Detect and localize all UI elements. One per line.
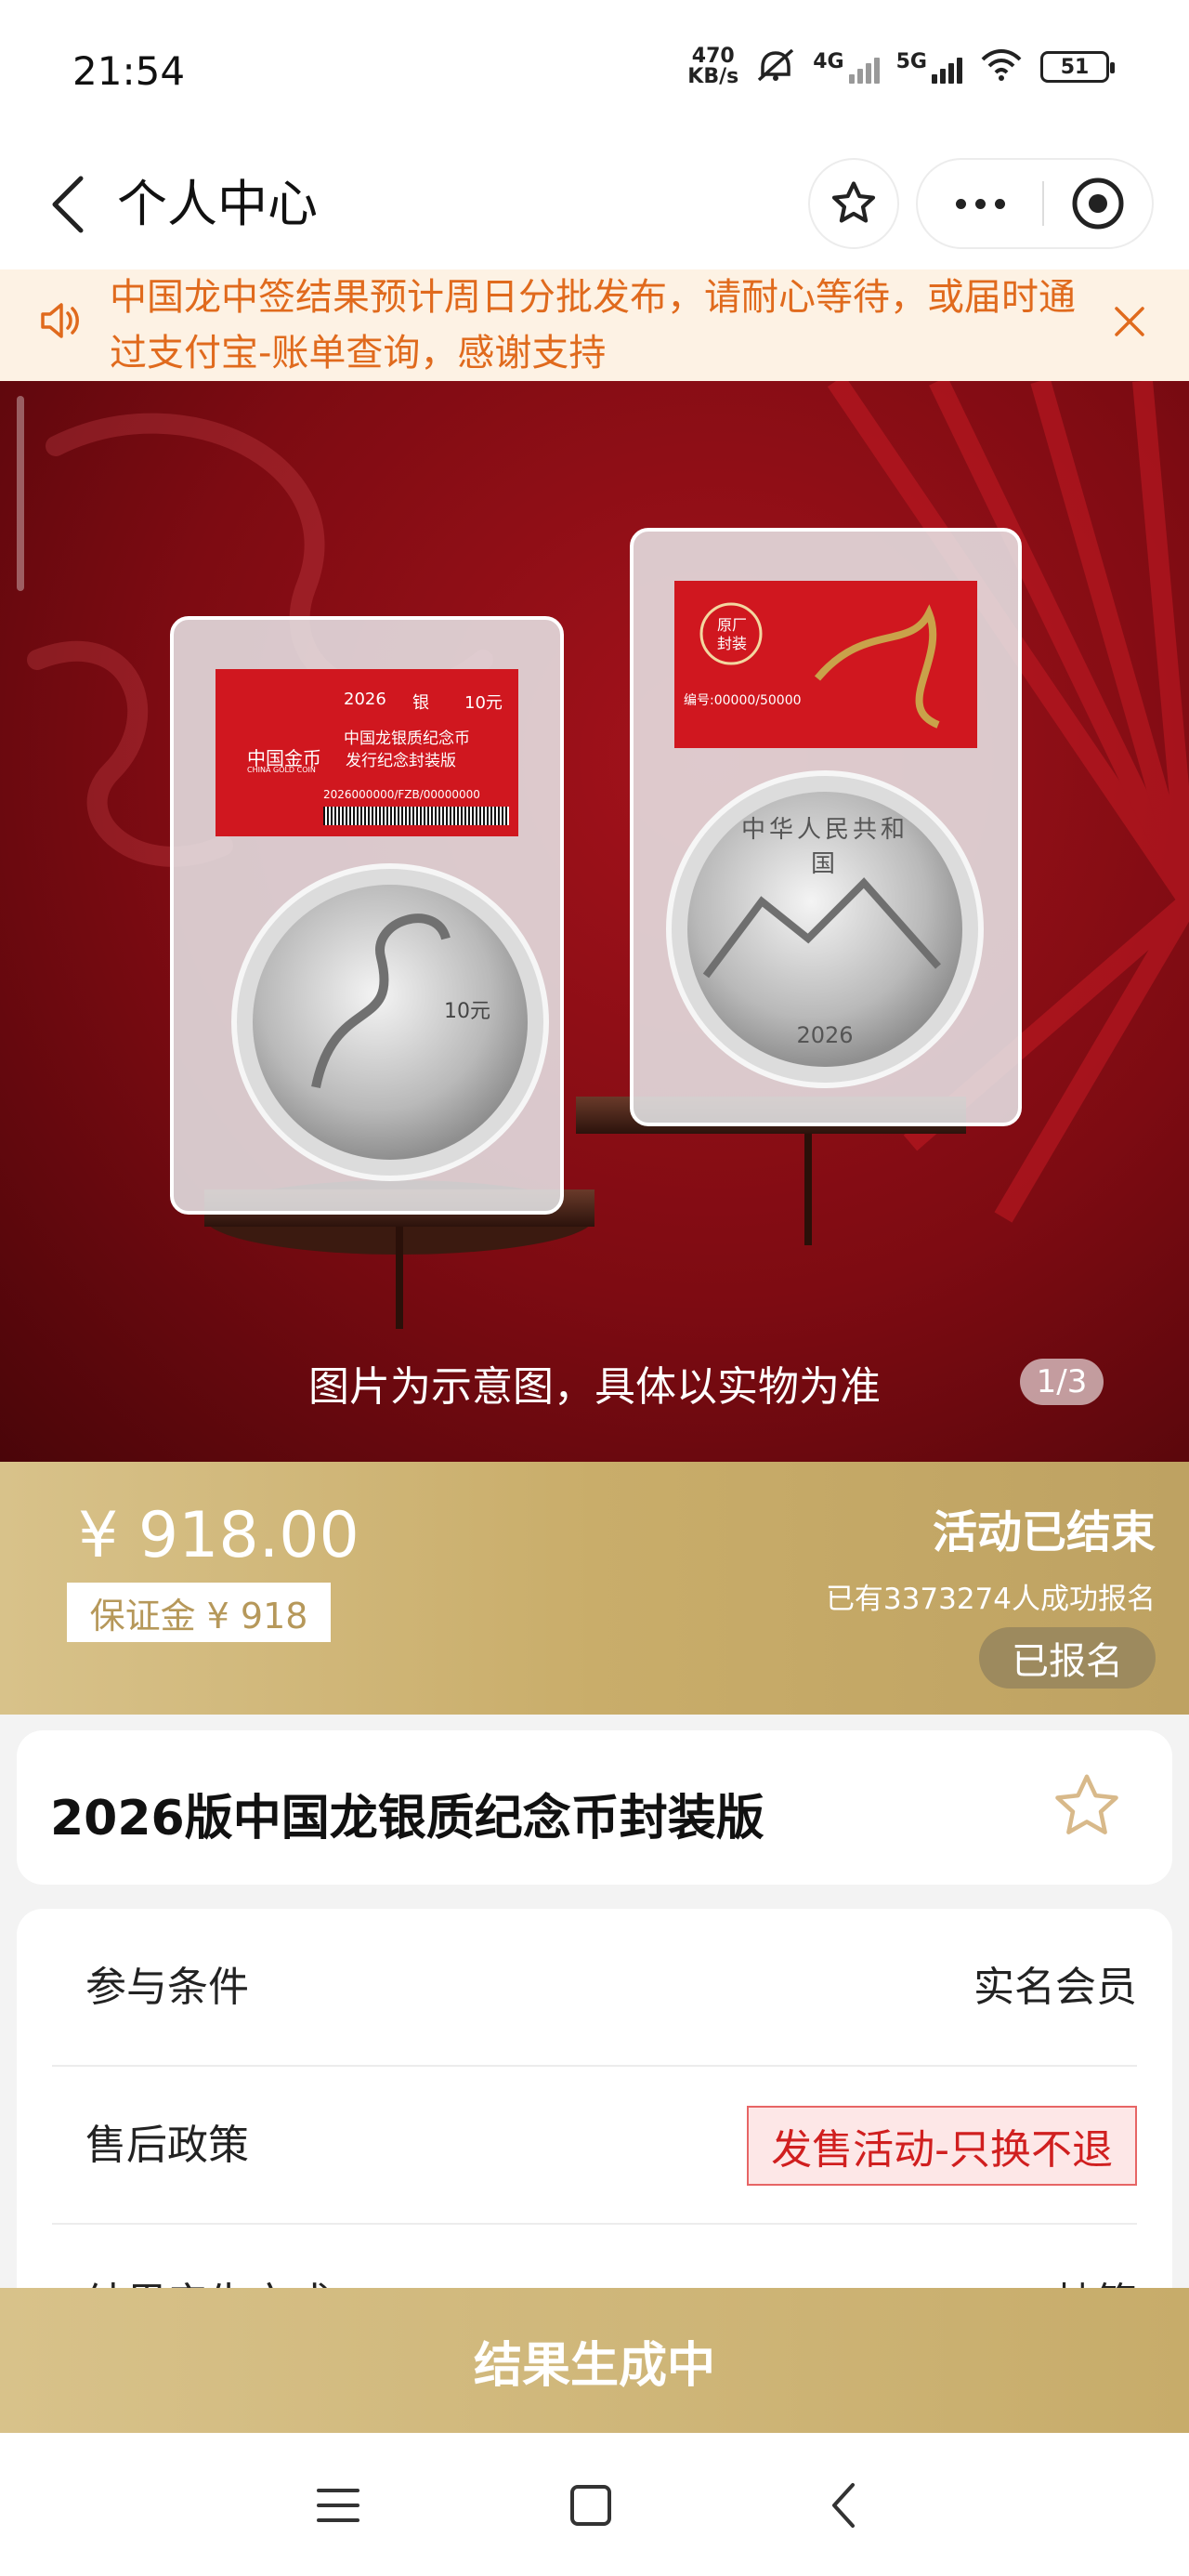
page-title: 个人中心 [117,175,318,233]
close-miniapp-button[interactable] [1044,160,1152,247]
square-icon [570,2485,611,2526]
left-label-value: 10元 [464,693,503,713]
right-slab-label: 原厂封装 编号:00000/50000 [674,581,977,748]
wifi-icon [979,48,1024,85]
more-button[interactable] [918,160,1042,247]
right-coin-year: 2026 [796,1022,854,1048]
home-button[interactable] [554,2476,628,2535]
deposit-badge: 保证金 ¥ 918 [67,1583,331,1642]
back-button[interactable] [35,167,100,242]
network-speed-unit: KB/s [687,65,739,88]
signal-5g-icon: 5G [896,50,962,84]
info-label: 售后政策 [85,2122,249,2169]
system-back-button[interactable] [806,2476,881,2535]
image-caption: 图片为示意图，具体以实物为准 [308,1363,881,1411]
status-time: 21:54 [72,48,186,94]
product-image-carousel[interactable]: 中国金币 CHINA GOLD COIN 2026 银 10元 中国龙银质纪念币… [0,381,1189,1462]
activity-status: 活动已结束 [932,1506,1156,1558]
left-label-line1: 中国龙银质纪念币 [344,729,470,748]
status-indicators: 470 KB/s 4G 5G 51 [687,46,1115,87]
left-label-brand-en: CHINA GOLD COIN [247,766,316,774]
price: ¥ 918.00 [78,1499,359,1572]
signed-up-button[interactable]: 已报名 [979,1627,1156,1689]
star-outline-icon [831,181,876,223]
info-row-policy: 售后政策 发售活动-只换不退 [52,2067,1137,2225]
left-label-line2: 发行纪念封装版 [346,752,456,770]
product-favorite-button[interactable] [1048,1768,1126,1849]
info-card: 参与条件 实名会员 售后政策 发售活动-只换不退 结果产生方式 抽签 [17,1909,1172,2299]
network-speed: 470 KB/s [687,46,738,87]
nav-bar: 个人中心 [0,139,1189,269]
battery-icon: 51 [1040,51,1115,83]
favorite-button[interactable] [808,158,899,249]
speaker-icon [37,297,84,348]
right-label-serial: 编号:00000/50000 [684,693,802,708]
system-nav-bar [0,2433,1189,2576]
info-value: 实名会员 [973,1964,1137,2011]
chevron-left-icon [832,2483,855,2528]
left-slab-label: 中国金币 CHINA GOLD COIN 2026 银 10元 中国龙银质纪念币… [216,669,518,836]
image-page-indicator: 1/3 [1020,1359,1104,1405]
signal-4g-icon: 4G [813,50,880,84]
left-label-serial: 2026000000/FZB/00000000 [323,788,480,801]
left-coin-denomination: 10元 [444,1000,490,1023]
target-circle-icon [1072,177,1124,230]
notice-bar: 中国龙中签结果预计周日分批发布，请耐心等待，或届时通过支付宝-账单查询，感谢支持 [0,269,1189,381]
mute-icon [755,46,796,87]
result-generating-button[interactable]: 结果生成中 [0,2288,1189,2433]
right-coin-legend: 中华人民共和国 [740,816,908,878]
miniapp-capsule [916,158,1154,249]
product-name: 2026版中国龙银质纪念币封装版 [50,1791,764,1847]
price-band: ¥ 918.00 保证金 ¥ 918 活动已结束 已有3373274人成功报名 … [0,1462,1189,1715]
close-icon [1115,307,1144,336]
signal-4g-label: 4G [813,50,844,73]
policy-tag: 发售活动-只换不退 [747,2106,1137,2186]
signal-5g-label: 5G [895,50,927,73]
menu-icon [317,2489,359,2522]
notice-close-button[interactable] [1111,303,1148,344]
info-label: 参与条件 [85,1964,249,2011]
product-card: 2026版中国龙银质纪念币封装版 [17,1730,1172,1885]
network-speed-value: 470 [691,45,735,68]
signup-count: 已有3373274人成功报名 [825,1583,1156,1616]
battery-level: 51 [1060,55,1090,79]
notice-text: 中国龙中签结果预计周日分批发布，请耐心等待，或届时通过支付宝-账单查询，感谢支持 [110,276,1076,375]
scroll-handle[interactable] [17,396,24,591]
status-bar: 21:54 470 KB/s 4G 5G 51 [0,0,1189,139]
star-outline-icon [1055,1774,1118,1834]
product-photo [27,381,1189,1329]
left-label-metal: 银 [412,693,429,713]
recent-apps-button[interactable] [301,2476,375,2535]
left-label-year: 2026 [344,690,386,709]
barcode [323,807,509,825]
info-row-condition: 参与条件 实名会员 [52,1909,1137,2067]
right-label-badge: 原厂封装 [716,616,747,652]
chevron-left-icon [52,176,84,233]
